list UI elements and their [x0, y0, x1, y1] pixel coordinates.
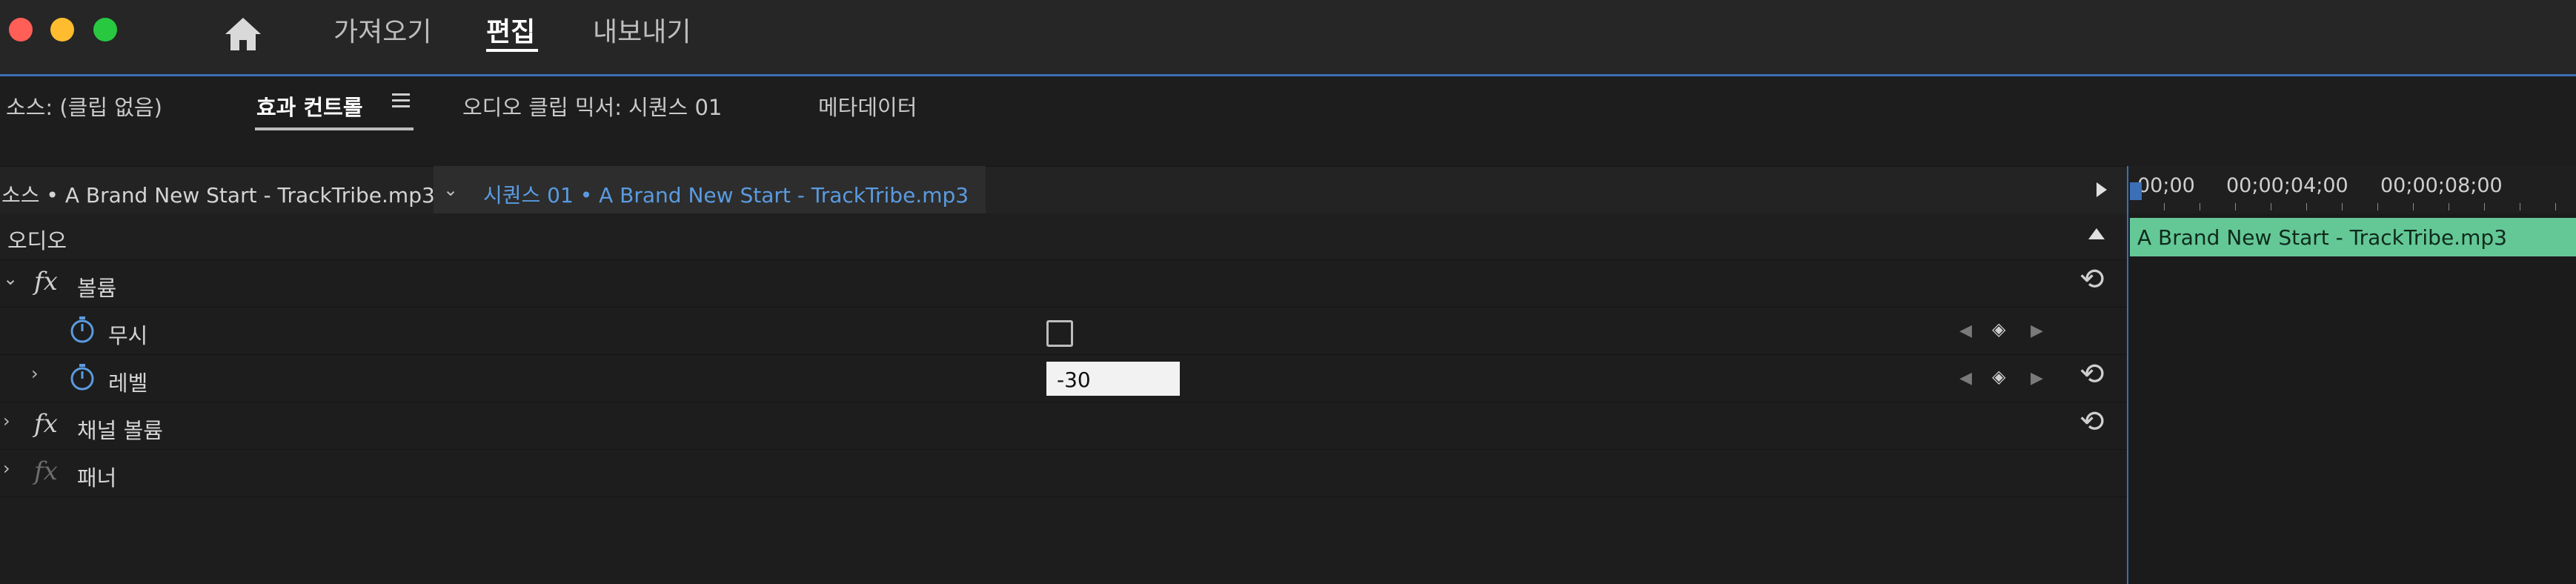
ruler-tick	[2235, 203, 2236, 210]
nav-active-indicator	[486, 49, 538, 52]
ruler-tick	[2413, 203, 2414, 210]
playhead-handle[interactable]	[2130, 182, 2142, 200]
zoom-window-button[interactable]	[93, 18, 117, 42]
ruler-tick	[2306, 203, 2307, 210]
tab-source[interactable]: 소스: (클립 없음)	[6, 90, 162, 122]
chevron-down-icon[interactable]: ⌄	[3, 268, 18, 289]
timecode-label: 00;00	[2137, 174, 2195, 197]
nav-import[interactable]: 가져오기	[333, 10, 431, 49]
tab-metadata[interactable]: 메타데이터	[818, 90, 917, 122]
ruler-tick	[2377, 203, 2378, 210]
timeline-ruler[interactable]	[2128, 166, 2576, 213]
tab-effect-controls[interactable]: 효과 컨트롤	[256, 90, 363, 122]
sequence-clip-label[interactable]: 시퀀스 01 • A Brand New Start - TrackTribe.…	[483, 179, 969, 209]
fx-badge-icon[interactable]: fx	[34, 457, 58, 486]
chevron-right-icon[interactable]: ›	[3, 458, 10, 479]
volume-label: 볼륨	[77, 276, 117, 301]
panel-menu-icon[interactable]	[390, 89, 412, 111]
timecode-label: 00;00;04;00	[2226, 174, 2348, 197]
add-keyframe-icon[interactable]: ◈	[1992, 319, 2005, 339]
minimize-window-button[interactable]	[50, 18, 74, 42]
channel-volume-label: 채널 볼륨	[77, 418, 163, 443]
volume-effect-row	[0, 261, 2127, 308]
reset-parameter-icon[interactable]: ⟲	[2079, 405, 2105, 439]
ruler-tick	[2555, 203, 2556, 210]
reset-parameter-icon[interactable]: ⟲	[2079, 357, 2105, 391]
ruler-tick	[2484, 203, 2485, 210]
chevron-down-icon[interactable]: ⌄	[443, 179, 458, 200]
level-value-input[interactable]: -30	[1046, 362, 1180, 396]
add-keyframe-icon[interactable]: ◈	[1992, 366, 2005, 387]
previous-keyframe-icon[interactable]: ◀	[1959, 369, 1972, 388]
tab-audio-clip-mixer[interactable]: 오디오 클립 믹서: 시퀀스 01	[462, 90, 722, 122]
chevron-right-icon[interactable]: ›	[3, 411, 10, 431]
fx-badge-icon[interactable]: fx	[34, 409, 58, 439]
chevron-right-icon[interactable]: ›	[31, 363, 39, 384]
channel-volume-effect-row	[0, 403, 2127, 450]
bypass-label: 무시	[108, 323, 148, 348]
tab-active-indicator	[255, 127, 414, 130]
fx-badge-icon[interactable]: fx	[34, 267, 58, 296]
timecode-label: 00;00;08;00	[2380, 174, 2503, 197]
home-icon[interactable]	[221, 12, 265, 56]
timeline-clip-label: A Brand New Start - TrackTribe.mp3	[2137, 225, 2507, 250]
panner-effect-row	[0, 451, 2127, 497]
previous-keyframe-icon[interactable]: ◀	[1959, 322, 1972, 340]
close-window-button[interactable]	[9, 18, 33, 42]
nav-edit[interactable]: 편집	[486, 10, 535, 49]
ruler-tick	[2342, 203, 2343, 210]
stopwatch-icon[interactable]	[68, 363, 96, 391]
ruler-tick	[2164, 203, 2165, 210]
stopwatch-icon[interactable]	[68, 316, 96, 344]
source-clip-label[interactable]: 소스 • A Brand New Start - TrackTribe.mp3	[1, 179, 435, 209]
next-keyframe-icon[interactable]: ▶	[2031, 322, 2043, 340]
nav-export[interactable]: 내보내기	[593, 10, 691, 49]
scroll-up-icon[interactable]	[2087, 225, 2106, 242]
panner-label: 패너	[77, 465, 117, 491]
audio-section-row	[0, 213, 2127, 260]
reset-parameter-icon[interactable]: ⟲	[2079, 262, 2105, 296]
audio-section-label: 오디오	[7, 228, 67, 253]
play-triangle-icon[interactable]	[2094, 181, 2109, 199]
bypass-checkbox[interactable]	[1046, 320, 1073, 347]
level-label: 레벨	[108, 371, 148, 396]
next-keyframe-icon[interactable]: ▶	[2031, 369, 2043, 388]
